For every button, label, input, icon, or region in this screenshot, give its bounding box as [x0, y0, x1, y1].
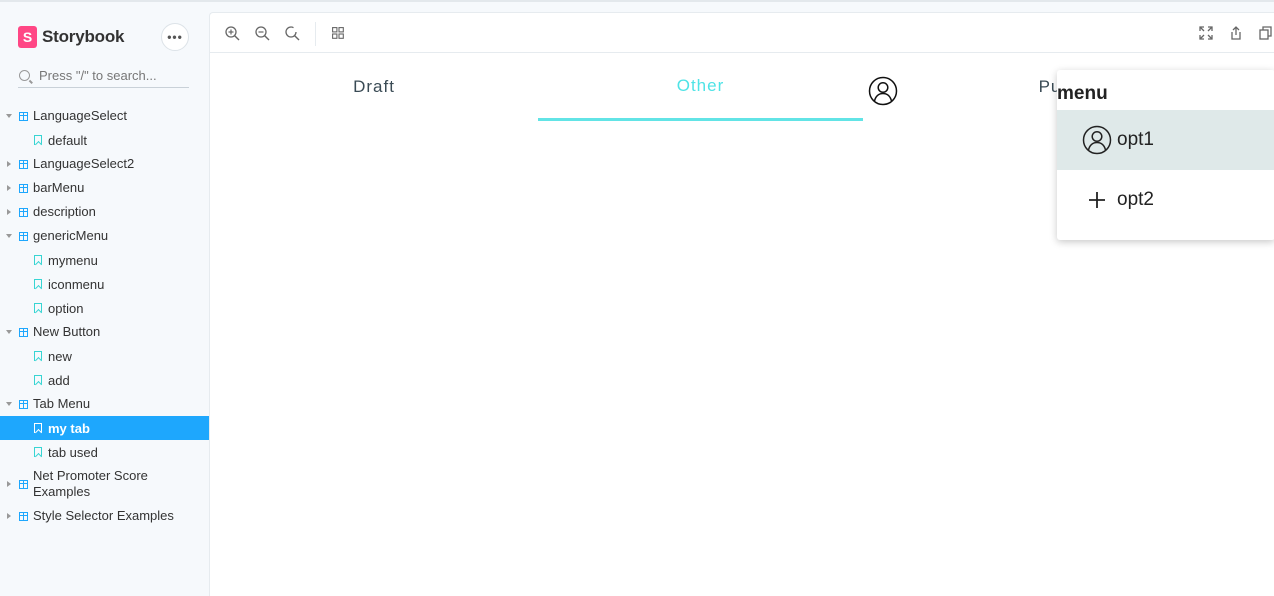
chevron-down-icon: [6, 114, 12, 118]
sidebar-group-item[interactable]: LanguageSelect2: [0, 152, 209, 176]
sidebar-item-label: genericMenu: [33, 228, 109, 243]
sidebar-group-item[interactable]: LanguageSelect: [0, 104, 209, 128]
component-icon: [19, 511, 28, 521]
bookmark-icon: [34, 447, 42, 457]
component-icon: [19, 207, 28, 217]
chevron-down-icon: [6, 234, 12, 238]
sidebar-item-label: iconmenu: [48, 276, 105, 292]
menu-item-label: opt1: [1117, 129, 1154, 150]
user-icon: [1081, 124, 1113, 156]
chevron-down-icon: [6, 402, 12, 406]
sidebar-group-item[interactable]: Tab Menu: [0, 392, 209, 416]
component-icon: [19, 399, 28, 409]
sidebar-item-label: Net Promoter Score Examples: [33, 468, 148, 499]
sidebar-story-item[interactable]: new: [0, 344, 209, 368]
sidebar-group-item[interactable]: genericMenu: [0, 224, 209, 248]
sidebar-story-item[interactable]: add: [0, 368, 209, 392]
zoom-in-icon[interactable]: [224, 25, 240, 41]
grid-icon[interactable]: [330, 25, 346, 41]
sidebar-group-item[interactable]: barMenu: [0, 176, 209, 200]
plus-icon: [1081, 184, 1113, 216]
storybook-logo-icon: S: [18, 26, 37, 48]
sidebar-story-item[interactable]: iconmenu: [0, 272, 209, 296]
component-icon: [19, 159, 28, 169]
tab-other[interactable]: Other: [538, 53, 863, 121]
toolbar: [210, 13, 1274, 53]
bookmark-icon: [34, 303, 42, 313]
sidebar-story-item[interactable]: mymenu: [0, 248, 209, 272]
dropdown-title: menu: [1057, 83, 1108, 104]
sidebar-item-label: New Button: [33, 324, 101, 339]
sidebar-item-label: description: [33, 204, 96, 219]
chevron-down-icon: [6, 330, 12, 334]
component-icon: [19, 111, 28, 121]
search-box: [18, 64, 189, 88]
preview-panel: Draft Other Pu menu opt1 opt2: [209, 12, 1274, 596]
chevron-right-icon: [7, 209, 11, 215]
sidebar-item-label: my tab: [48, 420, 90, 436]
menu-item-label: opt2: [1117, 189, 1154, 210]
chevron-right-icon: [7, 185, 11, 191]
bookmark-icon: [34, 423, 42, 433]
search-input[interactable]: [39, 68, 187, 83]
sidebar: S Storybook ••• LanguageSelectdefaultLan…: [0, 2, 209, 596]
search-icon: [19, 70, 30, 81]
tab-label: Draft: [353, 77, 395, 96]
bookmark-icon: [34, 351, 42, 361]
sidebar-item-label: Style Selector Examples: [33, 508, 174, 523]
component-icon: [19, 479, 28, 489]
chevron-right-icon: [7, 161, 11, 167]
chevron-right-icon: [7, 513, 11, 519]
menu-item-opt2[interactable]: opt2: [1057, 170, 1274, 230]
copy-icon[interactable]: [1258, 25, 1274, 41]
sidebar-item-label: mymenu: [48, 252, 98, 268]
reset-zoom-icon[interactable]: [284, 25, 300, 41]
zoom-out-icon[interactable]: [254, 25, 270, 41]
sidebar-group-item[interactable]: Style Selector Examples: [0, 504, 209, 528]
component-icon: [19, 327, 28, 337]
bookmark-icon: [34, 135, 42, 145]
sidebar-story-item[interactable]: tab used: [0, 440, 209, 464]
sidebar-item-label: default: [48, 132, 88, 148]
sidebar-group-item[interactable]: Net Promoter Score Examples: [0, 464, 209, 504]
menu-dropdown: menu opt1 opt2: [1057, 70, 1274, 240]
sidebar-item-label: barMenu: [33, 180, 85, 195]
user-menu-icon[interactable]: [868, 76, 898, 106]
brand[interactable]: S Storybook: [18, 26, 124, 48]
tab-label: Other: [676, 75, 725, 95]
sidebar-item-label: LanguageSelect2: [33, 156, 135, 171]
component-icon: [19, 231, 28, 241]
bookmark-icon: [34, 375, 42, 385]
sidebar-item-label: add: [48, 372, 70, 388]
sidebar-item-label: Tab Menu: [33, 396, 91, 411]
sidebar-item-label: LanguageSelect: [33, 108, 127, 123]
fullscreen-icon[interactable]: [1198, 25, 1214, 41]
story-tree: LanguageSelect default LanguageSelect2 barM…: [0, 104, 209, 528]
sidebar-story-item[interactable]: my tab: [0, 416, 209, 440]
sidebar-group-item[interactable]: New Button: [0, 320, 209, 344]
component-icon: [19, 183, 28, 193]
tab-draft[interactable]: Draft: [210, 53, 538, 121]
sidebar-item-label: tab used: [48, 444, 98, 460]
bookmark-icon: [34, 255, 42, 265]
share-icon[interactable]: [1228, 25, 1244, 41]
bookmark-icon: [34, 279, 42, 289]
toolbar-divider: [315, 22, 316, 46]
menu-item-opt1[interactable]: opt1: [1057, 110, 1274, 170]
brand-title: Storybook: [42, 27, 125, 46]
sidebar-story-item[interactable]: option: [0, 296, 209, 320]
sidebar-item-label: option: [48, 300, 84, 316]
sidebar-group-item[interactable]: description: [0, 200, 209, 224]
chevron-right-icon: [7, 481, 11, 487]
sidebar-menu-button[interactable]: •••: [161, 23, 189, 51]
sidebar-story-item[interactable]: default: [0, 128, 209, 152]
sidebar-item-label: new: [48, 348, 72, 364]
